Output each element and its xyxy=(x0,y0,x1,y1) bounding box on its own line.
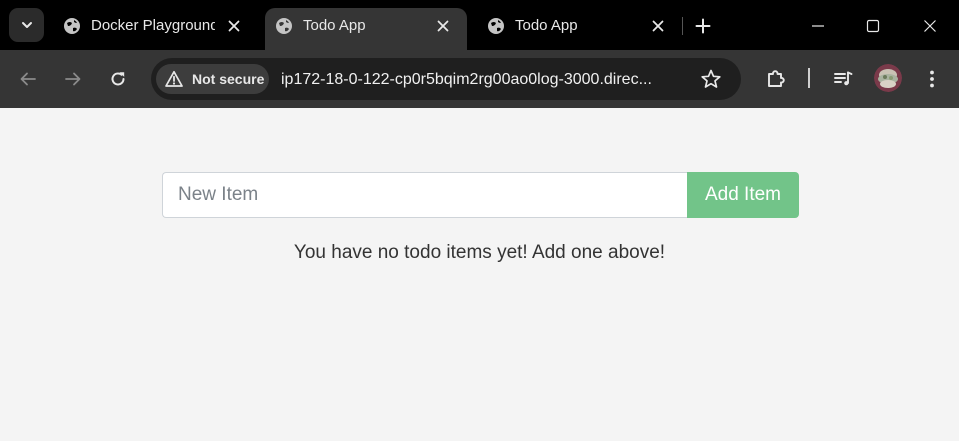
tab-docker-playground[interactable]: Docker Playground xyxy=(53,8,258,50)
three-dots-icon xyxy=(930,70,934,88)
security-indicator[interactable]: Not secure xyxy=(156,64,269,94)
globe-icon xyxy=(64,18,80,34)
tab-todo-app-active[interactable]: Todo App xyxy=(265,8,467,50)
minimize-icon xyxy=(812,25,824,27)
empty-state-message: You have no todo items yet! Add one abov… xyxy=(293,242,666,263)
maximize-icon xyxy=(866,19,880,33)
tab-strip: Docker Playground Todo App Todo App xyxy=(0,0,959,50)
minimize-button[interactable] xyxy=(805,13,831,39)
plus-icon xyxy=(695,18,711,34)
warning-icon xyxy=(165,70,183,87)
tab-title: Todo App xyxy=(303,17,366,34)
reload-button[interactable] xyxy=(105,66,131,92)
puzzle-icon xyxy=(768,70,785,87)
close-icon xyxy=(228,20,240,32)
page-content: Add Item You have no todo items yet! Add… xyxy=(0,108,959,441)
tab-search-button[interactable] xyxy=(9,8,44,42)
new-tab-button[interactable] xyxy=(692,15,714,37)
forward-button[interactable] xyxy=(60,66,86,92)
globe-icon xyxy=(276,18,292,34)
url-text[interactable]: ip172-18-0-122-cp0r5bqim2rg00ao0log-3000… xyxy=(281,70,691,89)
close-icon xyxy=(924,20,936,32)
avatar-image xyxy=(874,64,902,92)
maximize-button[interactable] xyxy=(860,13,886,39)
security-label: Not secure xyxy=(192,71,265,87)
browser-window: Docker Playground Todo App Todo App Not … xyxy=(0,0,959,441)
browser-menu-button[interactable] xyxy=(919,66,945,92)
media-control-button[interactable] xyxy=(830,66,856,92)
new-item-input[interactable] xyxy=(162,172,687,218)
globe-icon xyxy=(488,18,504,34)
tab-divider xyxy=(682,17,683,35)
chevron-down-icon xyxy=(21,22,32,28)
tab-close-button[interactable] xyxy=(434,17,452,35)
back-button[interactable] xyxy=(15,66,41,92)
arrow-right-icon xyxy=(65,72,81,86)
close-icon xyxy=(652,20,664,32)
star-icon[interactable] xyxy=(700,68,722,90)
close-window-button[interactable] xyxy=(917,13,943,39)
arrow-left-icon xyxy=(20,72,36,86)
tab-title: Todo App xyxy=(515,17,578,34)
toolbar-divider xyxy=(808,68,810,88)
reload-icon xyxy=(111,72,125,86)
tab-title: Docker Playground xyxy=(91,17,215,34)
tab-todo-app[interactable]: Todo App xyxy=(477,8,677,50)
extensions-button[interactable] xyxy=(763,66,789,92)
tab-close-button[interactable] xyxy=(225,17,243,35)
media-control-icon xyxy=(834,71,853,86)
profile-avatar[interactable] xyxy=(874,64,902,92)
tab-close-button[interactable] xyxy=(649,17,667,35)
browser-toolbar: Not secure ip172-18-0-122-cp0r5bqim2rg00… xyxy=(0,50,959,108)
close-icon xyxy=(437,20,449,32)
address-bar[interactable]: Not secure ip172-18-0-122-cp0r5bqim2rg00… xyxy=(151,58,741,100)
add-item-button[interactable]: Add Item xyxy=(687,172,799,218)
